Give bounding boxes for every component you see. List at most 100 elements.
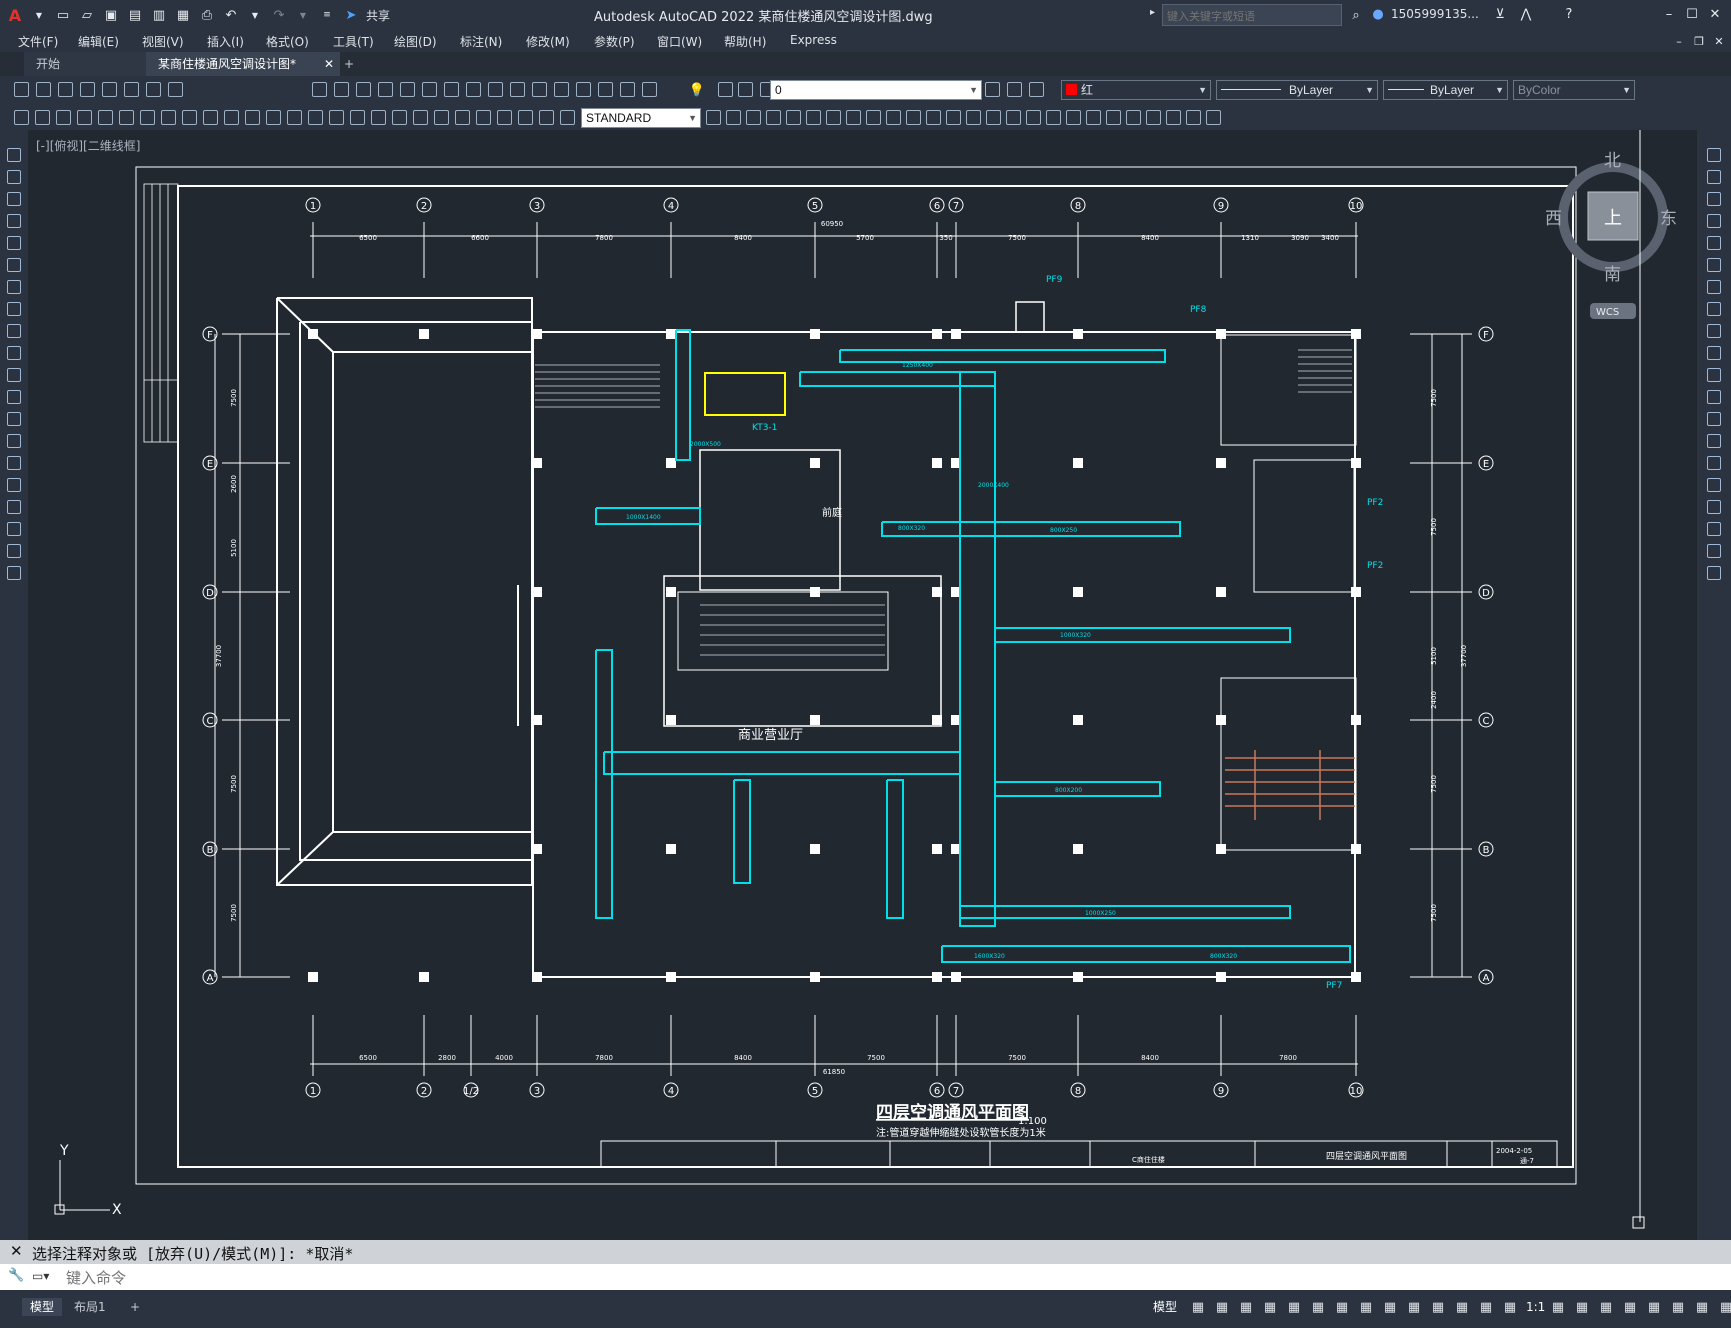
- dim-tool-33-icon[interactable]: [826, 110, 841, 125]
- menu-modify[interactable]: 修改(M): [526, 33, 570, 50]
- command-recent-icon[interactable]: ▭▾: [32, 1269, 49, 1283]
- tab-document[interactable]: 某商住楼通风空调设计图* ✕: [146, 52, 340, 76]
- dim-tool-43-icon[interactable]: [1026, 110, 1041, 125]
- dim-tool-36-icon[interactable]: [886, 110, 901, 125]
- layer-select[interactable]: 0 ▼: [770, 80, 982, 100]
- dim-tool-23-icon[interactable]: [497, 110, 512, 125]
- tool-21-icon[interactable]: [598, 82, 613, 97]
- dim-tool-15-icon[interactable]: [329, 110, 344, 125]
- save-as-icon[interactable]: ▤: [126, 6, 144, 24]
- lineweight-select[interactable]: ByLayer ▼: [1383, 80, 1508, 100]
- dim-tool-49-icon[interactable]: [1146, 110, 1161, 125]
- close-window-icon[interactable]: ✕: [1706, 5, 1724, 23]
- draw-tool-9-icon[interactable]: [7, 346, 21, 360]
- user-name[interactable]: 1505999135...: [1391, 7, 1479, 21]
- tool-12-icon[interactable]: [400, 82, 415, 97]
- publish-icon[interactable]: ▦: [174, 6, 192, 24]
- redo-icon[interactable]: ↷: [270, 6, 288, 24]
- draw-tool-6-icon[interactable]: [7, 280, 21, 294]
- doc-close-icon[interactable]: ✕: [1710, 32, 1728, 50]
- draw-tool-2-icon[interactable]: [7, 192, 21, 206]
- command-line[interactable]: 🔧 ▭▾: [0, 1264, 1731, 1290]
- draw-tool-11-icon[interactable]: [7, 390, 21, 404]
- tool-1-icon[interactable]: [36, 82, 51, 97]
- dim-tool-6-icon[interactable]: [140, 110, 155, 125]
- status-toggle-icon[interactable]: ▦: [1262, 1299, 1278, 1315]
- dim-tool-34-icon[interactable]: [846, 110, 861, 125]
- plot-open-icon[interactable]: ▥: [150, 6, 168, 24]
- dim-tool-17-icon[interactable]: [371, 110, 386, 125]
- tool-22-icon[interactable]: [620, 82, 635, 97]
- new-file-icon[interactable]: ▭: [54, 6, 72, 24]
- modify-tool-1-icon[interactable]: [1707, 170, 1721, 184]
- dim-tool-20-icon[interactable]: [434, 110, 449, 125]
- draw-tool-3-icon[interactable]: [7, 214, 21, 228]
- tool-3-icon[interactable]: [80, 82, 95, 97]
- draw-tool-0-icon[interactable]: [7, 148, 21, 162]
- dim-tool-26-icon[interactable]: [560, 110, 575, 125]
- search-expand-icon[interactable]: ▸: [1150, 7, 1155, 18]
- dim-tool-21-icon[interactable]: [455, 110, 470, 125]
- menu-window[interactable]: 窗口(W): [657, 33, 702, 50]
- tool-4-icon[interactable]: [102, 82, 117, 97]
- tab-model[interactable]: 模型: [22, 1298, 63, 1316]
- status-toggle-icon[interactable]: ▦: [1574, 1299, 1590, 1315]
- status-toggle-icon[interactable]: ▦: [1286, 1299, 1302, 1315]
- search-box[interactable]: [1162, 4, 1342, 26]
- draw-tool-19-icon[interactable]: [7, 566, 21, 580]
- new-tab-button[interactable]: +: [332, 52, 366, 76]
- status-toggle-icon[interactable]: ▦: [1694, 1299, 1710, 1315]
- dim-tool-45-icon[interactable]: [1066, 110, 1081, 125]
- status-toggle-icon[interactable]: ▦: [1454, 1299, 1470, 1315]
- dim-tool-37-icon[interactable]: [906, 110, 921, 125]
- layer-state-icon[interactable]: 💡: [688, 81, 706, 99]
- plotstyle-select[interactable]: ByColor ▼: [1513, 80, 1635, 100]
- modify-tool-0-icon[interactable]: [1707, 148, 1721, 162]
- modify-tool-10-icon[interactable]: [1707, 368, 1721, 382]
- tool-27-icon[interactable]: [985, 82, 1000, 97]
- modify-tool-8-icon[interactable]: [1707, 324, 1721, 338]
- status-toggle-icon[interactable]: ▦: [1214, 1299, 1230, 1315]
- dim-tool-8-icon[interactable]: [182, 110, 197, 125]
- modify-tool-13-icon[interactable]: [1707, 434, 1721, 448]
- tool-28-icon[interactable]: [1007, 82, 1022, 97]
- draw-tool-16-icon[interactable]: [7, 500, 21, 514]
- status-toggle-icon[interactable]: ▦: [1502, 1299, 1518, 1315]
- status-toggle-icon[interactable]: ▦: [1406, 1299, 1422, 1315]
- menu-edit[interactable]: 编辑(E): [78, 33, 119, 50]
- draw-tool-5-icon[interactable]: [7, 258, 21, 272]
- draw-tool-8-icon[interactable]: [7, 324, 21, 338]
- color-select[interactable]: 红 ▼: [1061, 80, 1211, 100]
- dim-tool-25-icon[interactable]: [539, 110, 554, 125]
- dim-tool-12-icon[interactable]: [266, 110, 281, 125]
- status-toggle-icon[interactable]: ▦: [1358, 1299, 1374, 1315]
- dim-tool-1-icon[interactable]: [35, 110, 50, 125]
- menu-tools[interactable]: 工具(T): [333, 33, 374, 50]
- tool-23-icon[interactable]: [642, 82, 657, 97]
- dim-tool-14-icon[interactable]: [308, 110, 323, 125]
- modify-tool-14-icon[interactable]: [1707, 456, 1721, 470]
- search-input[interactable]: [1163, 8, 1341, 26]
- tool-0-icon[interactable]: [14, 82, 29, 97]
- draw-tool-7-icon[interactable]: [7, 302, 21, 316]
- cart-icon[interactable]: ⊻: [1491, 5, 1509, 23]
- share-button[interactable]: 共享: [366, 7, 390, 24]
- dim-tool-9-icon[interactable]: [203, 110, 218, 125]
- menu-file[interactable]: 文件(F): [18, 33, 58, 50]
- autocad-logo-icon[interactable]: A: [6, 6, 24, 25]
- dim-tool-31-icon[interactable]: [786, 110, 801, 125]
- user-icon[interactable]: ●: [1369, 5, 1387, 23]
- viewport-controls[interactable]: [-][俯视][二维线框]: [36, 137, 140, 154]
- dim-tool-3-icon[interactable]: [77, 110, 92, 125]
- compass-north[interactable]: 北: [1604, 151, 1621, 171]
- status-toggle-icon[interactable]: ▦: [1334, 1299, 1350, 1315]
- modify-tool-9-icon[interactable]: [1707, 346, 1721, 360]
- dim-tool-11-icon[interactable]: [245, 110, 260, 125]
- dim-tool-4-icon[interactable]: [98, 110, 113, 125]
- status-toggle-icon[interactable]: ▦: [1478, 1299, 1494, 1315]
- tab-layout1[interactable]: 布局1: [66, 1298, 114, 1316]
- menu-draw[interactable]: 绘图(D): [394, 33, 437, 50]
- modify-tool-16-icon[interactable]: [1707, 500, 1721, 514]
- dim-tool-18-icon[interactable]: [392, 110, 407, 125]
- modify-tool-2-icon[interactable]: [1707, 192, 1721, 206]
